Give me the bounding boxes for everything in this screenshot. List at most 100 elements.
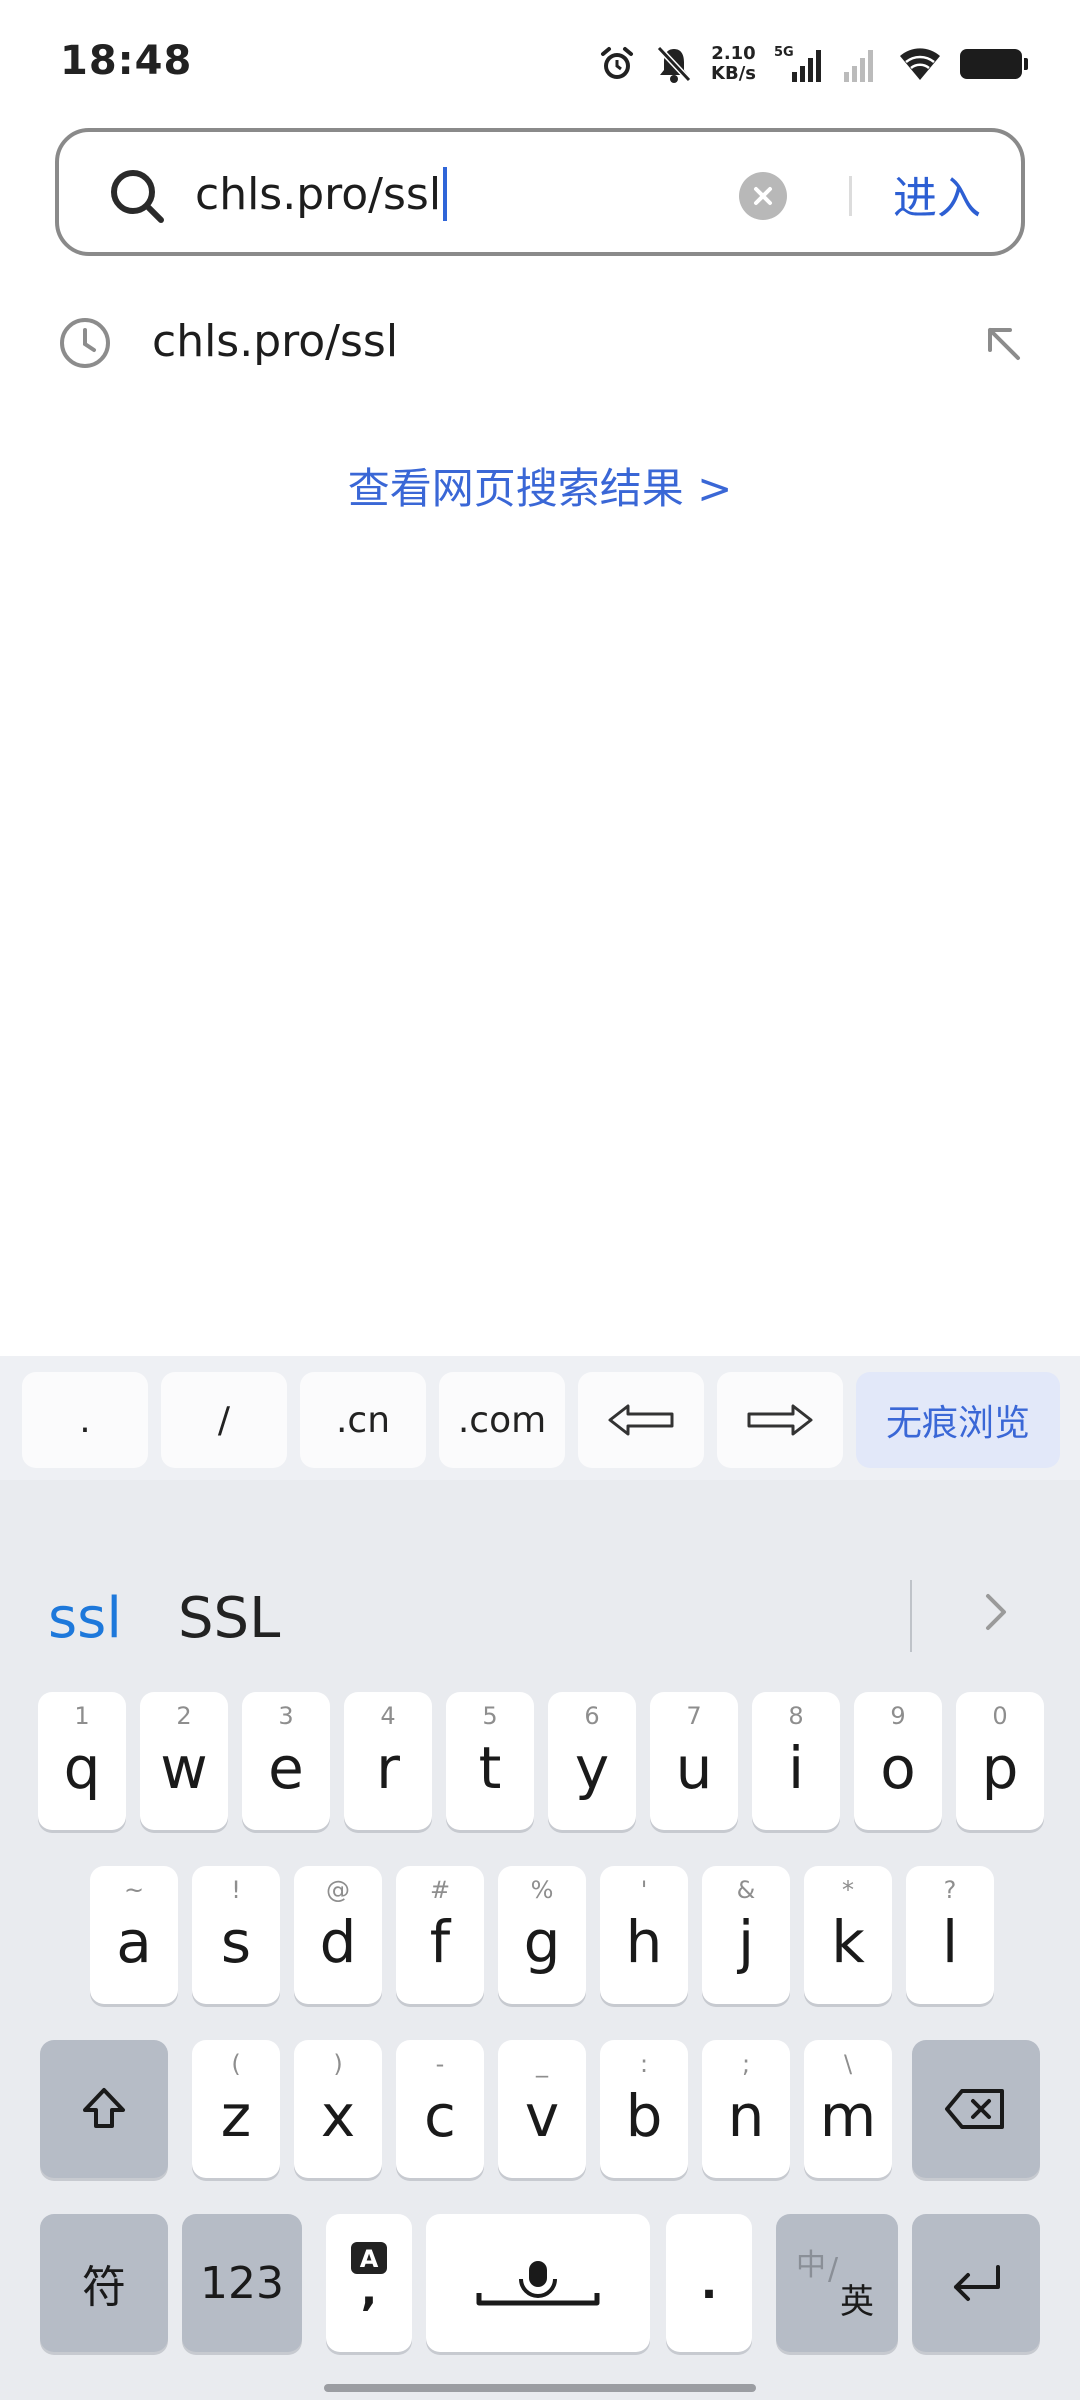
cursor-right-key[interactable]: [717, 1372, 843, 1468]
battery-icon: [960, 49, 1028, 79]
enter-button[interactable]: 进入: [893, 162, 981, 226]
key-label: y: [574, 1734, 610, 1802]
comma-key[interactable]: A ,: [326, 2214, 412, 2352]
key-hint: !: [231, 1876, 241, 1904]
search-bar[interactable]: chls.pro/ssl 进入: [55, 128, 1025, 256]
quick-key-slash[interactable]: /: [161, 1372, 287, 1468]
lang-slash: /: [828, 2252, 839, 2287]
wifi-icon: [898, 44, 942, 84]
key-label: c: [424, 2082, 456, 2150]
key-f[interactable]: # f: [396, 1866, 484, 2004]
quick-key-label: .cn: [335, 1399, 391, 1441]
key-y[interactable]: 6y: [548, 1692, 636, 1830]
symbols-label: 符: [82, 2262, 126, 2313]
incognito-label: 无痕浏览: [885, 1403, 1030, 1444]
status-bar: 18:48 2.10 KB/s 5G: [0, 0, 1080, 120]
key-label: x: [320, 2082, 356, 2150]
key-c[interactable]: -c: [396, 2040, 484, 2178]
return-icon: [954, 2265, 1000, 2301]
key-hint: :: [639, 2050, 649, 2078]
key-p[interactable]: 0p: [956, 1692, 1044, 1830]
key-l[interactable]: ? l: [906, 1866, 994, 2004]
quick-key-cn[interactable]: .cn: [300, 1372, 426, 1468]
key-w[interactable]: 2w: [140, 1692, 228, 1830]
key-o[interactable]: 9o: [854, 1692, 942, 1830]
key-s[interactable]: ! s: [192, 1866, 280, 2004]
net-speed: 2.10 KB/s: [711, 44, 756, 84]
key-x[interactable]: ) x: [294, 2040, 382, 2178]
key-j[interactable]: & j: [702, 1866, 790, 2004]
key-hint: ~: [123, 1876, 145, 1904]
key-label: h: [625, 1908, 663, 1976]
key-hint: 2: [176, 1702, 192, 1730]
net-speed-value: 2.10: [711, 43, 756, 64]
key-r[interactable]: 4r: [344, 1692, 432, 1830]
candidate-2[interactable]: SSL: [178, 1586, 280, 1651]
key-hint: 3: [278, 1702, 294, 1730]
search-query: chls.pro/ssl: [195, 168, 442, 220]
key-i[interactable]: 8i: [752, 1692, 840, 1830]
enter-key[interactable]: [912, 2214, 1040, 2352]
key-hint: 4: [380, 1702, 396, 1730]
key-e[interactable]: 3e: [242, 1692, 330, 1830]
key-t[interactable]: 5t: [446, 1692, 534, 1830]
web-search-results-link[interactable]: 查看网页搜索结果 >: [0, 455, 1080, 516]
key-b[interactable]: :b: [600, 2040, 688, 2178]
chevron-right-icon[interactable]: [970, 1582, 1020, 1642]
quick-key-com[interactable]: .com: [439, 1372, 565, 1468]
key-h[interactable]: ' h: [600, 1866, 688, 2004]
key-hint: (: [231, 2050, 241, 2078]
key-label: q: [63, 1734, 101, 1802]
network-type-label: 5G: [774, 45, 794, 60]
key-label: m: [819, 2082, 877, 2150]
key-a[interactable]: ~ a: [90, 1866, 178, 2004]
key-label: t: [478, 1734, 502, 1802]
home-indicator[interactable]: [324, 2384, 756, 2392]
key-z[interactable]: (z: [192, 2040, 280, 2178]
backspace-key[interactable]: [912, 2040, 1040, 2178]
candidate-divider: [910, 1580, 912, 1652]
key-label: u: [675, 1734, 713, 1802]
key-label: n: [727, 2082, 765, 2150]
cursor-left-key[interactable]: [578, 1372, 704, 1468]
key-v[interactable]: _ v: [498, 2040, 586, 2178]
comma-label: ,: [360, 2265, 378, 2316]
key-q[interactable]: 1q: [38, 1692, 126, 1830]
key-label: i: [787, 1734, 805, 1802]
key-label: j: [737, 1908, 755, 1976]
key-hint: 0: [992, 1702, 1008, 1730]
period-key[interactable]: .: [666, 2214, 752, 2352]
language-switch-key[interactable]: 中 / 英: [776, 2214, 898, 2352]
suggestion-item[interactable]: chls.pro/ssl: [0, 290, 1080, 400]
incognito-browse-button[interactable]: 无痕浏览: [856, 1372, 1060, 1468]
candidate-1[interactable]: ssl: [48, 1586, 122, 1651]
key-u[interactable]: 7u: [650, 1692, 738, 1830]
key-m[interactable]: \ m: [804, 2040, 892, 2178]
shift-key[interactable]: [40, 2040, 168, 2178]
key-hint: 5: [482, 1702, 498, 1730]
key-k[interactable]: * k: [804, 1866, 892, 2004]
key-label: v: [524, 2082, 560, 2150]
key-hint: ;: [741, 2050, 751, 2078]
fill-query-arrow-icon[interactable]: [978, 318, 1028, 368]
key-label: z: [220, 2082, 252, 2150]
quick-key-dot[interactable]: .: [22, 1372, 148, 1468]
quick-input-bar: . / .cn .com 无痕浏览: [0, 1356, 1080, 1480]
key-g[interactable]: % g: [498, 1866, 586, 2004]
net-speed-unit: KB/s: [711, 63, 756, 84]
key-label: g: [523, 1908, 561, 1976]
key-hint: #: [429, 1876, 451, 1904]
symbols-key[interactable]: 符: [40, 2214, 168, 2352]
clear-input-button[interactable]: [739, 172, 787, 220]
key-d[interactable]: @ d: [294, 1866, 382, 2004]
key-n[interactable]: ; n: [702, 2040, 790, 2178]
lang-cn-label: 中: [796, 2248, 826, 2283]
search-input[interactable]: chls.pro/ssl: [195, 162, 755, 226]
numbers-key[interactable]: 123: [182, 2214, 302, 2352]
key-hint: 7: [686, 1702, 702, 1730]
key-hint: 1: [74, 1702, 90, 1730]
space-key[interactable]: [426, 2214, 650, 2352]
keyboard: ssl SSL 1q 2w 3e 4r 5t 6y 7u 8i 9o 0p ~ a…: [0, 1480, 1080, 2400]
key-label: s: [220, 1908, 252, 1976]
key-label: d: [319, 1908, 357, 1976]
